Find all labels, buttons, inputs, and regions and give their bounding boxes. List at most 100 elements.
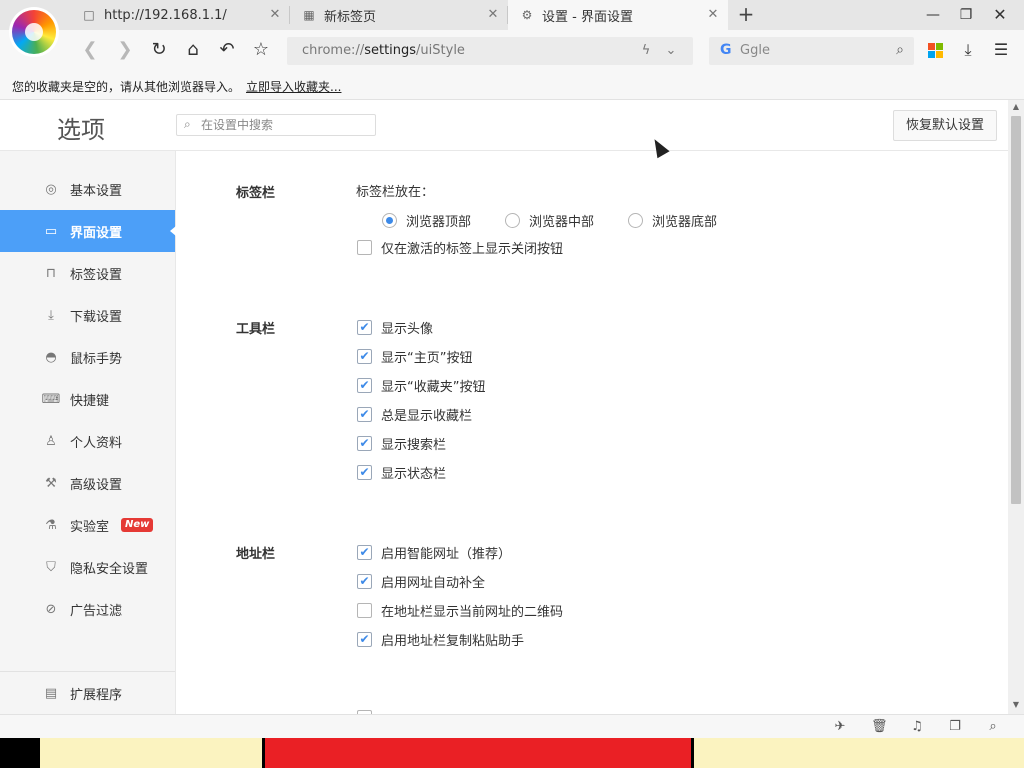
radio-middle[interactable]: 浏览器中部 <box>505 211 594 230</box>
chevron-down-icon[interactable]: ⌄ <box>662 42 680 60</box>
option-show-avatar[interactable]: ✔ 显示头像 <box>357 317 433 337</box>
settings-header: 选项 ⌕ 恢复默认设置 <box>0 100 1008 151</box>
checkbox[interactable]: ✔ <box>357 464 372 480</box>
block-icon: ⊘ <box>45 601 57 617</box>
tab-settings[interactable]: ⚙ 设置 - 界面设置 ✕ <box>508 0 728 30</box>
option-smart-url[interactable]: ✔ 启用智能网址（推荐） <box>357 542 511 562</box>
option-show-favorites[interactable]: ✔ 显示“收藏夹”按钮 <box>357 375 485 395</box>
close-icon[interactable]: ✕ <box>706 8 720 22</box>
menu-icon[interactable]: ☰ <box>991 40 1011 60</box>
tabbar-position-label: 标签栏放在： <box>356 184 435 200</box>
trash-icon[interactable]: 🗑 <box>871 719 888 735</box>
new-tab-button[interactable]: + <box>736 4 756 24</box>
scroll-up-icon[interactable]: ▲ <box>1008 100 1024 114</box>
radio-button[interactable] <box>382 212 397 228</box>
search-icon[interactable]: ⌕ <box>896 42 904 58</box>
reload-icon[interactable]: ↻ <box>148 39 170 61</box>
option-show-qrcode[interactable]: 在地址栏显示当前网址的二维码 <box>357 600 563 620</box>
checkbox[interactable] <box>357 239 372 255</box>
option-show-home[interactable]: ✔ 显示“主页”按钮 <box>357 346 472 366</box>
sidebar-item-extensions[interactable]: ▤ 扩展程序 <box>0 672 175 714</box>
restore-defaults-button[interactable]: 恢复默认设置 <box>893 110 997 141</box>
close-window-icon[interactable]: ✕ <box>990 5 1010 25</box>
tab-new-tab[interactable]: ▦ 新标签页 ✕ <box>290 0 508 30</box>
sidebar-item-profile[interactable]: ♙ 个人资料 <box>0 420 175 462</box>
mouse-icon: ◓ <box>45 349 57 365</box>
sidebar-item-shortcuts[interactable]: ⌨ 快捷键 <box>0 378 175 420</box>
sidebar-item-basic[interactable]: ◎ 基本设置 <box>0 168 175 210</box>
radio-button[interactable] <box>505 212 521 228</box>
close-icon[interactable]: ✕ <box>486 8 500 22</box>
browser-logo[interactable] <box>12 10 56 54</box>
search-box[interactable]: G Ggle ⌕ <box>709 37 914 65</box>
wallpaper-panel <box>262 738 694 768</box>
sidebar-item-ad-filter[interactable]: ⊘ 广告过滤 <box>0 588 175 630</box>
scrollbar-thumb[interactable] <box>1011 116 1021 504</box>
search-icon: ⌕ <box>184 117 191 131</box>
checkbox[interactable]: ✔ <box>357 573 372 589</box>
sidebar-item-mouse-gestures[interactable]: ◓ 鼠标手势 <box>0 336 175 378</box>
scroll-down-icon[interactable]: ▼ <box>1008 698 1024 712</box>
close-icon[interactable]: ✕ <box>268 8 282 22</box>
checkbox[interactable]: ✔ <box>357 348 372 364</box>
sidebar-item-interface[interactable]: ▭ 界面设置 <box>0 210 176 252</box>
tab-title: http://192.168.1.1/ <box>104 7 227 23</box>
wallpaper-panel <box>40 738 262 768</box>
settings-search-input[interactable] <box>201 117 371 133</box>
page-scrollbar[interactable]: ▲ ▼ <box>1008 100 1024 714</box>
sidebar-item-tabs[interactable]: ⊓ 标签设置 <box>0 252 175 294</box>
next-option-partial[interactable] <box>357 707 381 714</box>
checkbox[interactable]: ✔ <box>357 544 372 560</box>
radio-button[interactable] <box>628 212 644 228</box>
section-title-toolbar: 工具栏 <box>236 322 276 337</box>
grid-icon: ▦ <box>303 8 315 22</box>
lightning-icon[interactable]: ϟ <box>637 42 655 60</box>
checkbox[interactable]: ✔ <box>357 406 372 422</box>
sidebar-item-lab[interactable]: ⚗ 实验室 New <box>0 504 175 546</box>
back-icon[interactable]: ❮ <box>79 39 101 61</box>
download-icon[interactable]: ⤓ <box>958 40 978 60</box>
address-bar[interactable]: chrome://settings/uiStyle ϟ ⌄ <box>287 37 693 65</box>
checkbox[interactable]: ✔ <box>357 435 372 451</box>
settings-search[interactable]: ⌕ <box>176 114 376 136</box>
volume-icon[interactable]: ♫ <box>909 719 925 735</box>
address-text[interactable]: chrome://settings/uiStyle <box>302 43 465 58</box>
radio-top[interactable]: 浏览器顶部 <box>382 211 471 230</box>
rocket-icon[interactable]: ✈ <box>832 719 848 735</box>
checkbox[interactable] <box>357 602 372 618</box>
apps-icon[interactable] <box>928 43 943 58</box>
minimize-icon[interactable]: — <box>923 5 943 25</box>
undo-icon[interactable]: ↶ <box>216 39 238 61</box>
wallpaper-panel <box>694 738 764 768</box>
forward-icon[interactable]: ❯ <box>114 39 136 61</box>
option-close-only-active[interactable]: 仅在激活的标签上显示关闭按钮 <box>357 237 563 257</box>
option-copy-paste-helper[interactable]: ✔ 启用地址栏复制粘贴助手 <box>357 629 524 649</box>
download-icon: ⤓ <box>48 307 54 323</box>
sidebar-item-advanced[interactable]: ⚒ 高级设置 <box>0 462 175 504</box>
tab-strip: □ http://192.168.1.1/ ✕ ▦ 新标签页 ✕ ⚙ 设置 - … <box>0 0 1024 30</box>
settings-sidebar: ◎ 基本设置 ▭ 界面设置 ⊓ 标签设置 ⤓ 下载设置 ◓ 鼠标手势 ⌨ 快捷键 ♙ 个人资料… <box>0 151 176 714</box>
sidebar-item-privacy[interactable]: ⛉ 隐私安全设置 <box>0 546 175 588</box>
zoom-icon[interactable]: ⌕ <box>985 719 1001 735</box>
checkbox[interactable]: ✔ <box>357 319 372 335</box>
restore-window-icon[interactable]: ❐ <box>956 5 976 25</box>
bookmark-star-icon[interactable]: ☆ <box>250 39 272 61</box>
page-icon: □ <box>83 8 95 22</box>
home-icon[interactable]: ⌂ <box>182 39 204 61</box>
tab-title: 设置 - 界面设置 <box>542 9 633 25</box>
sidebar-item-downloads[interactable]: ⤓ 下载设置 <box>0 294 175 336</box>
option-show-statusbar[interactable]: ✔ 显示状态栏 <box>357 462 446 482</box>
radio-bottom[interactable]: 浏览器底部 <box>628 211 717 230</box>
option-always-show-bookmarks[interactable]: ✔ 总是显示收藏栏 <box>357 404 472 424</box>
tab-router[interactable]: □ http://192.168.1.1/ ✕ <box>70 0 290 30</box>
new-badge: New <box>121 518 154 532</box>
bookmarks-bar: 您的收藏夹是空的，请从其他浏览器导入。 立即导入收藏夹... <box>0 70 1024 100</box>
window-icon[interactable]: ❐ <box>947 719 963 735</box>
import-bookmarks-link[interactable]: 立即导入收藏夹... <box>246 80 341 94</box>
page-title: 选项 <box>57 116 105 144</box>
checkbox[interactable]: ✔ <box>357 631 372 647</box>
option-show-searchbar[interactable]: ✔ 显示搜索栏 <box>357 433 446 453</box>
search-engine-logo: G <box>720 42 732 58</box>
option-url-autocomplete[interactable]: ✔ 启用网址自动补全 <box>357 571 485 591</box>
checkbox[interactable]: ✔ <box>357 377 372 393</box>
